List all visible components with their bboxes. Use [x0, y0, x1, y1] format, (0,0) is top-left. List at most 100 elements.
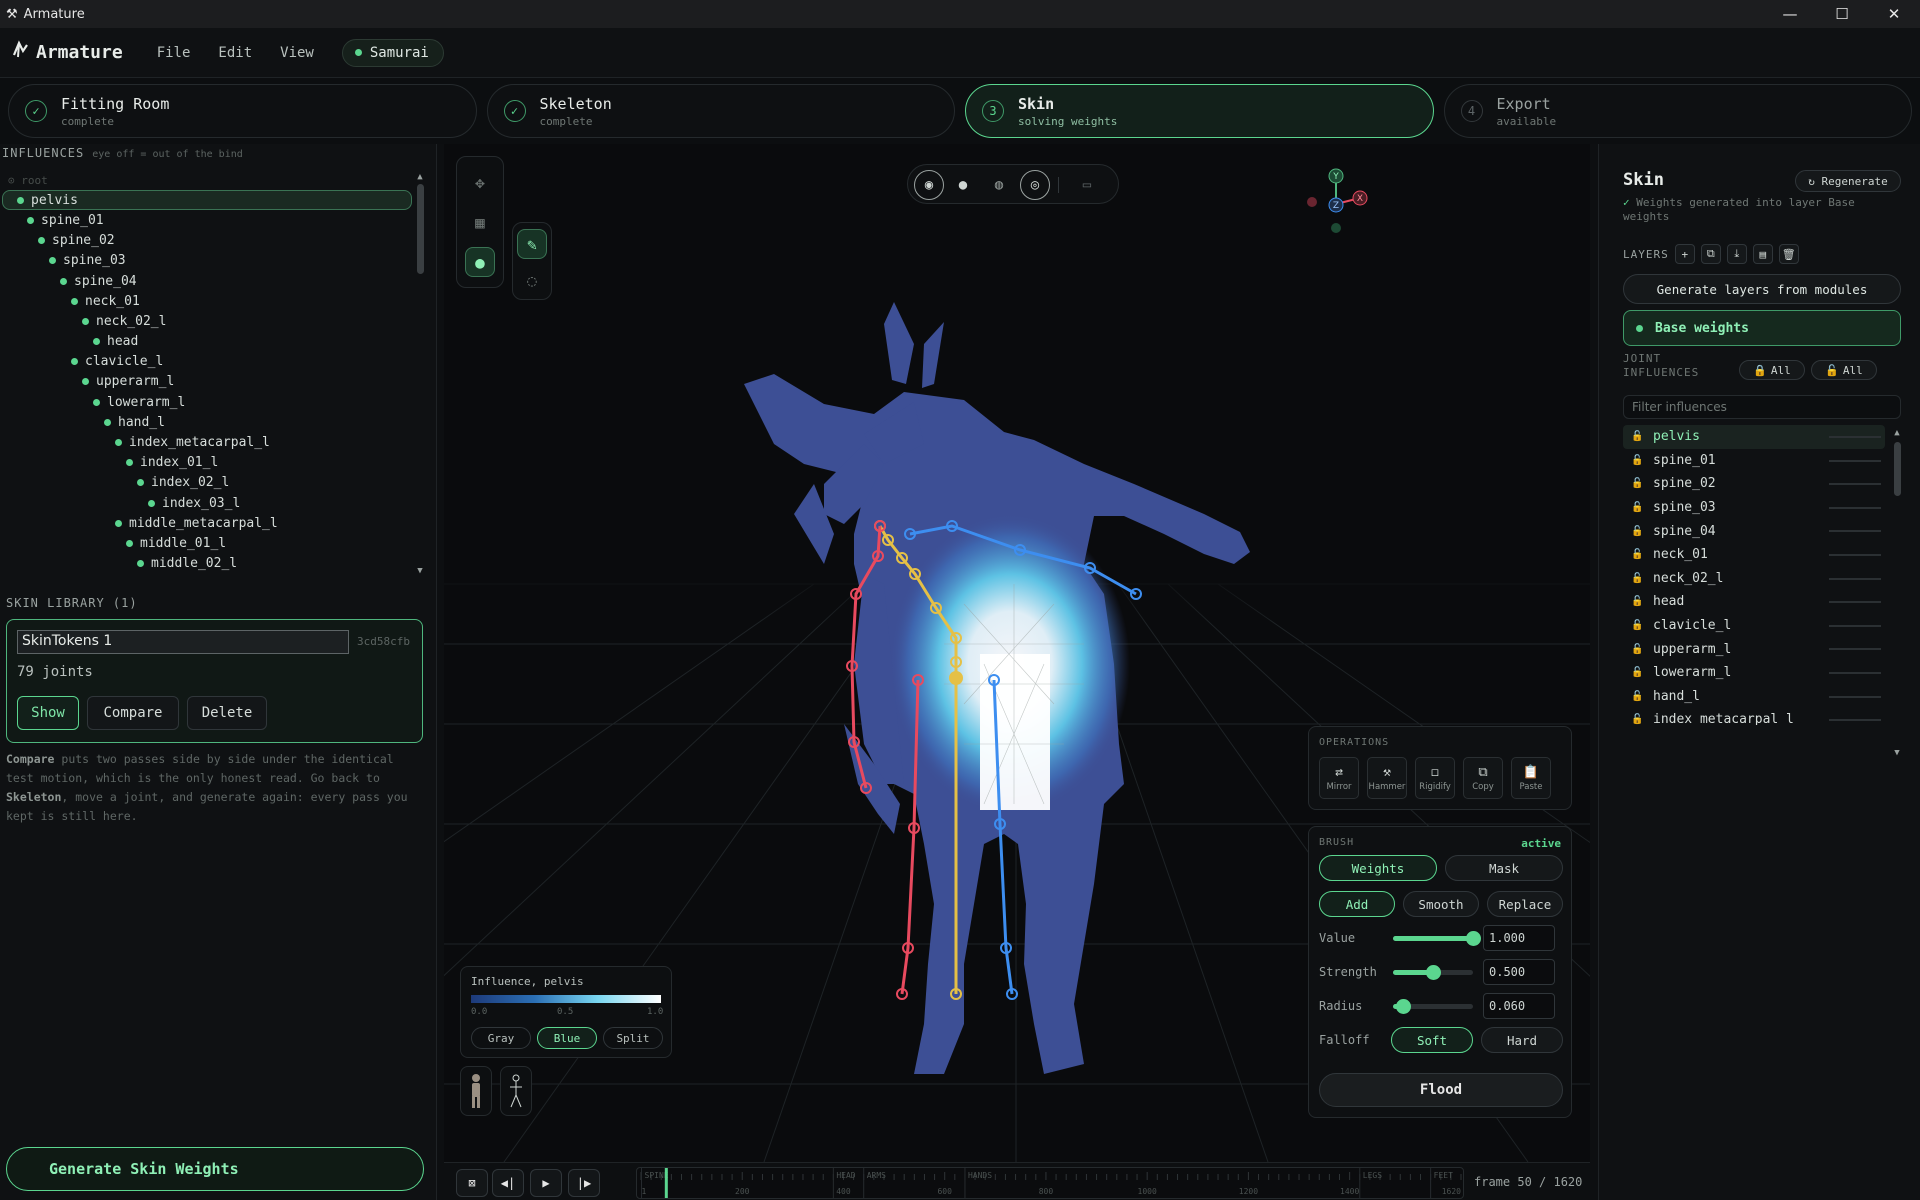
step-back-button[interactable]: ◀| — [492, 1169, 524, 1197]
radius-slider[interactable] — [1393, 999, 1473, 1014]
tree-node-spine-04[interactable]: spine_04 — [2, 271, 412, 291]
bind-dot[interactable] — [137, 560, 144, 568]
unlock-icon[interactable]: 🔓 — [1623, 691, 1653, 702]
brush-icon[interactable]: ✎ — [517, 229, 547, 259]
scroll-thumb[interactable] — [1894, 442, 1901, 496]
slider-knob[interactable] — [1466, 931, 1481, 946]
filter-influences-input[interactable]: Filter influences — [1623, 395, 1901, 419]
skin-name-input[interactable]: SkinTokens 1 — [17, 630, 349, 654]
tree-node-spine-01[interactable]: spine_01 — [2, 210, 412, 230]
unlock-all-button[interactable]: 🔓 All — [1811, 360, 1877, 380]
timeline-track[interactable]: 1 200 400 600 800 1000 1200 1400 1620 SPINE HEAD AR… — [636, 1167, 1464, 1199]
skeleton-figure-button[interactable] — [500, 1066, 532, 1116]
solid-shade-icon[interactable]: ● — [948, 170, 978, 200]
material-shade-icon[interactable]: ◍ — [984, 170, 1014, 200]
bind-dot[interactable] — [71, 358, 78, 366]
slider-knob[interactable] — [1426, 965, 1441, 980]
joint-row-clavicle-l[interactable]: 🔓 clavicle_l — [1623, 614, 1885, 638]
tree-root[interactable]: ⊙ root — [2, 170, 412, 190]
unlock-icon[interactable]: 🔓 — [1623, 644, 1653, 655]
mode-smooth-button[interactable]: Smooth — [1403, 891, 1479, 917]
duplicate-layer-icon[interactable]: ⧉ — [1700, 244, 1721, 264]
bind-dot[interactable] — [49, 257, 56, 265]
menu-view[interactable]: View — [280, 45, 314, 61]
step-export[interactable]: 4 Export available — [1443, 84, 1912, 138]
joint-row-spine-02[interactable]: 🔓 spine_02 — [1623, 472, 1885, 496]
lock-all-button[interactable]: 🔒 All — [1739, 360, 1805, 380]
bind-dot[interactable] — [148, 499, 155, 507]
bind-dot[interactable] — [60, 277, 67, 285]
unlock-icon[interactable]: 🔓 — [1623, 431, 1653, 442]
tree-node-pelvis[interactable]: pelvis — [2, 190, 412, 211]
bind-dot[interactable] — [38, 237, 45, 245]
bind-dot[interactable] — [17, 196, 24, 204]
tree-node-spine-03[interactable]: spine_03 — [2, 251, 412, 271]
tree-node-lowerarm-l[interactable]: lowerarm_l — [2, 392, 412, 412]
radius-value-input[interactable]: 0.060 — [1483, 993, 1555, 1019]
bind-dot[interactable] — [104, 418, 111, 426]
stop-button[interactable]: ⊠ — [456, 1169, 488, 1197]
tree-node-spine-02[interactable]: spine_02 — [2, 231, 412, 251]
scroll-thumb[interactable] — [417, 184, 424, 274]
paint-palette-icon[interactable]: ● — [465, 247, 495, 277]
scroll-down-icon[interactable]: ▼ — [1891, 748, 1903, 758]
unlock-icon[interactable]: 🔓 — [1623, 596, 1653, 607]
weight-shade-icon[interactable]: ◎ — [1020, 170, 1050, 200]
tree-node-index-01-l[interactable]: index_01_l — [2, 453, 412, 473]
tree-node-hand-l[interactable]: hand_l — [2, 412, 412, 432]
camera-icon[interactable]: ▭ — [1072, 170, 1102, 200]
joint-row-upperarm-l[interactable]: 🔓 upperarm_l — [1623, 637, 1885, 661]
generate-layers-button[interactable]: Generate layers from modules — [1623, 274, 1901, 304]
close-button[interactable]: ✕ — [1868, 0, 1920, 28]
scroll-down-icon[interactable]: ▼ — [414, 566, 426, 576]
falloff-hard-button[interactable]: Hard — [1481, 1027, 1563, 1053]
unlock-icon[interactable]: 🔓 — [1623, 549, 1653, 560]
joint-row-spine-03[interactable]: 🔓 spine_03 — [1623, 496, 1885, 520]
joint-row-spine-01[interactable]: 🔓 spine_01 — [1623, 449, 1885, 473]
legend-mode-gray[interactable]: Gray — [471, 1027, 531, 1049]
scroll-up-icon[interactable]: ▲ — [414, 172, 426, 182]
bind-dot[interactable] — [126, 459, 133, 467]
joint-row-index-metacarpal-l[interactable]: 🔓 index_metacarpal_l — [1623, 708, 1885, 725]
unlock-icon[interactable]: 🔓 — [1623, 667, 1653, 678]
slider-knob[interactable] — [1395, 999, 1411, 1014]
joint-row-neck-02-l[interactable]: 🔓 neck_02_l — [1623, 567, 1885, 591]
joint-row-neck-01[interactable]: 🔓 neck_01 — [1623, 543, 1885, 567]
op-rigidify-button[interactable]: ◻ Rigidify — [1415, 757, 1455, 799]
unlock-icon[interactable]: 🔓 — [1623, 455, 1653, 466]
move-icon[interactable]: ✥ — [465, 167, 495, 197]
maximize-button[interactable]: ☐ — [1816, 0, 1868, 28]
unlock-icon[interactable]: 🔓 — [1623, 502, 1653, 513]
bind-dot[interactable] — [82, 317, 89, 325]
delete-layer-icon[interactable]: 🗑 — [1778, 244, 1799, 264]
bind-dot[interactable] — [71, 297, 78, 305]
layer-base-weights[interactable]: Base weights — [1623, 310, 1901, 346]
regenerate-button[interactable]: ↻ Regenerate — [1795, 170, 1901, 192]
strength-slider[interactable] — [1393, 965, 1473, 980]
compare-button[interactable]: Compare — [87, 696, 179, 730]
bind-dot[interactable] — [93, 398, 100, 406]
play-button[interactable]: ▶ — [530, 1169, 562, 1197]
project-chip[interactable]: Samurai — [341, 38, 444, 67]
joint-row-hand-l[interactable]: 🔓 hand_l — [1623, 685, 1885, 709]
add-layer-icon[interactable]: + — [1674, 244, 1695, 264]
delete-button[interactable]: Delete — [187, 696, 267, 730]
mesh-figure-button[interactable] — [460, 1066, 492, 1116]
value-value-input[interactable]: 1.000 — [1483, 925, 1555, 951]
unlock-icon[interactable]: 🔓 — [1623, 526, 1653, 537]
mode-replace-button[interactable]: Replace — [1487, 891, 1563, 917]
tree-node-middle-metacarpal-l[interactable]: middle_metacarpal_l — [2, 513, 412, 533]
op-hammer-button[interactable]: ⚒ Hammer — [1367, 757, 1407, 799]
tree-node-middle-01-l[interactable]: middle_01_l — [2, 533, 412, 553]
op-mirror-button[interactable]: ⇄ Mirror — [1319, 757, 1359, 799]
tree-node-clavicle-l[interactable]: clavicle_l — [2, 352, 412, 372]
bind-dot[interactable] — [82, 378, 89, 386]
tree-node-head[interactable]: head — [2, 332, 412, 352]
joint-row-spine-04[interactable]: 🔓 spine_04 — [1623, 519, 1885, 543]
tree-node-index-03-l[interactable]: index_03_l — [2, 493, 412, 513]
unlock-icon[interactable]: 🔓 — [1623, 573, 1653, 584]
scroll-up-icon[interactable]: ▲ — [1891, 428, 1903, 438]
bind-dot[interactable] — [27, 216, 34, 224]
show-button[interactable]: Show — [17, 696, 79, 730]
step-skeleton[interactable]: ✓ Skeleton complete — [486, 84, 955, 138]
